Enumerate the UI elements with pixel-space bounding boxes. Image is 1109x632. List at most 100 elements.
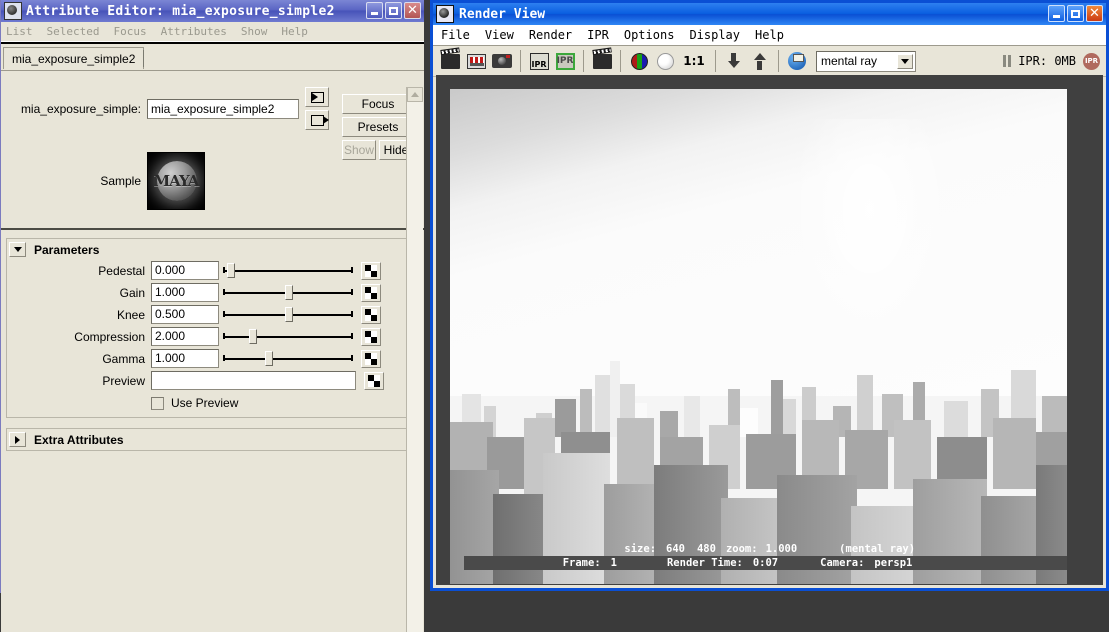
menu-item-display[interactable]: Display xyxy=(689,28,740,42)
render-view-title: Render View xyxy=(459,7,545,22)
render-view-toolbar: IPR IPR 1:1 mental ray IPR: 0MB IPR xyxy=(433,46,1106,77)
pedestal-slider[interactable] xyxy=(223,261,353,280)
attribute-editor-titlebar[interactable]: Attribute Editor: mia_exposure_simple2 ✕ xyxy=(1,0,424,22)
sky-glow xyxy=(789,119,949,347)
menu-item-ipr[interactable]: IPR xyxy=(587,28,609,42)
gain-label: Gain xyxy=(7,286,151,300)
actual-size-icon[interactable]: 1:1 xyxy=(679,50,709,72)
compression-connect-icon[interactable] xyxy=(361,328,381,346)
gain-slider[interactable] xyxy=(223,283,353,302)
app-root: Attribute Editor: mia_exposure_simple2 ✕… xyxy=(0,0,1109,593)
knee-connect-icon[interactable] xyxy=(361,306,381,324)
menu-item-show[interactable]: Show xyxy=(241,25,268,38)
gamma-connect-icon[interactable] xyxy=(361,350,381,368)
menu-item-render[interactable]: Render xyxy=(529,28,572,42)
maya-app-icon xyxy=(4,2,22,20)
keep-image-icon[interactable] xyxy=(722,50,746,72)
use-preview-checkbox[interactable] xyxy=(151,397,164,410)
zoom-value: 1.000 xyxy=(766,543,798,555)
size-label: size: xyxy=(624,543,656,555)
show-button: Show xyxy=(342,140,376,160)
compression-input[interactable]: 2.000 xyxy=(151,327,219,346)
extra-attributes-frame[interactable]: Extra Attributes xyxy=(6,428,419,451)
menu-item-focus[interactable]: Focus xyxy=(113,25,146,38)
menu-item-help[interactable]: Help xyxy=(755,28,784,42)
pause-icon[interactable] xyxy=(1003,55,1011,67)
gamma-slider[interactable] xyxy=(223,349,353,368)
renderer-select[interactable]: mental ray xyxy=(816,51,916,72)
menu-item-view[interactable]: View xyxy=(485,28,514,42)
param-row-compression: Compression 2.000 xyxy=(7,326,418,347)
maximize-button[interactable] xyxy=(385,2,402,19)
menu-item-list[interactable]: List xyxy=(6,25,33,38)
collapse-parameters-icon[interactable] xyxy=(9,242,26,257)
preview-input[interactable] xyxy=(151,371,356,390)
menu-item-selected[interactable]: Selected xyxy=(47,25,100,38)
extra-attributes-header[interactable]: Extra Attributes xyxy=(7,429,418,450)
redo-previous-render-icon[interactable] xyxy=(464,50,488,72)
minimize-button[interactable] xyxy=(1048,5,1065,22)
renderer-name: (mental ray) xyxy=(839,543,915,555)
expand-extra-attributes-icon[interactable] xyxy=(9,432,26,447)
io-connection-buttons xyxy=(305,87,329,130)
pedestal-label: Pedestal xyxy=(7,264,151,278)
rendered-image[interactable]: size: 640 480 zoom: 1.000 (mental ray) F… xyxy=(450,89,1067,584)
minimize-button[interactable] xyxy=(366,2,383,19)
menu-item-attributes[interactable]: Attributes xyxy=(161,25,227,38)
render-view-menubar: File View Render IPR Options Display Hel… xyxy=(433,25,1106,46)
toolbar-separator xyxy=(778,50,779,72)
menu-item-options[interactable]: Options xyxy=(624,28,675,42)
section-divider xyxy=(1,228,424,230)
gamma-input[interactable]: 1.000 xyxy=(151,349,219,368)
maximize-button[interactable] xyxy=(1067,5,1084,22)
compression-slider[interactable] xyxy=(223,327,353,346)
param-row-gain: Gain 1.000 xyxy=(7,282,418,303)
refresh-ipr-icon[interactable]: IPR xyxy=(553,50,577,72)
menu-item-file[interactable]: File xyxy=(441,28,470,42)
presets-button[interactable]: Presets xyxy=(342,117,414,137)
knee-slider[interactable] xyxy=(223,305,353,324)
close-button[interactable]: ✕ xyxy=(1086,5,1103,22)
sample-row: Sample MAYA xyxy=(1,152,424,210)
focus-button[interactable]: Focus xyxy=(342,94,414,114)
frame-label: Frame: xyxy=(563,557,601,569)
render-view-titlebar[interactable]: Render View ✕ xyxy=(433,3,1106,25)
param-row-gamma: Gamma 1.000 xyxy=(7,348,418,369)
parameters-frame: Parameters Pedestal 0.000 Gain 1.000 Kne… xyxy=(6,238,419,418)
input-connection-icon[interactable] xyxy=(305,87,329,107)
preview-connect-icon[interactable] xyxy=(364,372,384,390)
render-view-canvas[interactable]: size: 640 480 zoom: 1.000 (mental ray) F… xyxy=(436,75,1103,585)
gain-connect-icon[interactable] xyxy=(361,284,381,302)
chevron-down-icon[interactable] xyxy=(897,54,913,69)
render-diagnostics-icon[interactable] xyxy=(785,50,809,72)
render-view-window: Render View ✕ File View Render IPR Optio… xyxy=(430,0,1109,591)
pedestal-input[interactable]: 0.000 xyxy=(151,261,219,280)
attribute-editor-scrollbar[interactable] xyxy=(406,87,423,632)
alpha-channel-icon[interactable] xyxy=(653,50,677,72)
maya-material-sphere-swatch[interactable]: MAYA xyxy=(147,152,205,210)
node-name-label: mia_exposure_simple: xyxy=(1,102,147,116)
gain-input[interactable]: 1.000 xyxy=(151,283,219,302)
snapshot-icon[interactable] xyxy=(490,50,514,72)
render-current-frame-icon[interactable] xyxy=(438,50,462,72)
preview-label: Preview xyxy=(7,374,151,388)
output-connection-icon[interactable] xyxy=(305,110,329,130)
render-status-line-1: size: 640 480 zoom: 1.000 (mental ray) xyxy=(464,542,1067,556)
region-render-icon[interactable] xyxy=(590,50,614,72)
scroll-up-icon[interactable] xyxy=(407,87,423,102)
frame-value: 1 xyxy=(611,557,617,569)
node-name-input[interactable]: mia_exposure_simple2 xyxy=(147,99,299,119)
parameters-title: Parameters xyxy=(34,243,99,257)
render-time-value: 0:07 xyxy=(753,557,778,569)
pedestal-connect-icon[interactable] xyxy=(361,262,381,280)
ipr-memory-label: IPR: 0MB xyxy=(1018,54,1076,68)
rgb-channels-icon[interactable] xyxy=(627,50,651,72)
toolbar-separator xyxy=(715,50,716,72)
parameters-header[interactable]: Parameters xyxy=(7,239,418,260)
ipr-render-icon[interactable]: IPR xyxy=(527,50,551,72)
remove-image-icon[interactable] xyxy=(748,50,772,72)
menu-item-help[interactable]: Help xyxy=(281,25,308,38)
tab-mia-exposure-simple2[interactable]: mia_exposure_simple2 xyxy=(3,47,144,69)
close-button[interactable]: ✕ xyxy=(404,2,421,19)
knee-input[interactable]: 0.500 xyxy=(151,305,219,324)
